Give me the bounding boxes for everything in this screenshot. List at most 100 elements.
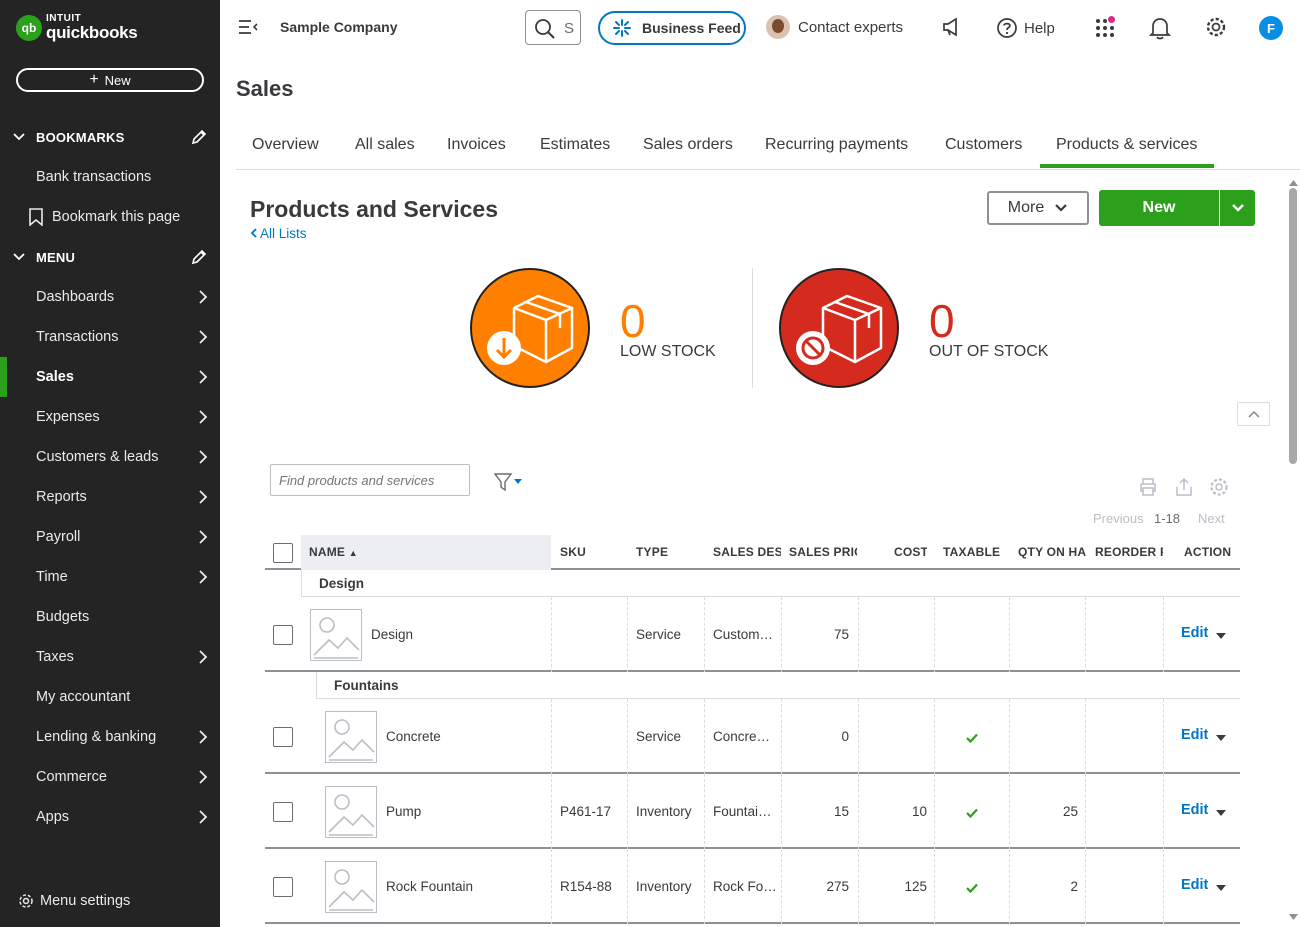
sidebar-item-payroll[interactable]: Payroll xyxy=(0,517,220,557)
more-button[interactable]: More xyxy=(987,191,1089,225)
help-label: Help xyxy=(1024,19,1055,37)
header-reorder-point[interactable]: REORDER POINT xyxy=(1095,545,1163,559)
menu-section-header[interactable]: MENU xyxy=(0,237,220,277)
table-row[interactable]: Concrete Service Concre… 0 Edit xyxy=(265,699,1240,774)
collapse-menu-icon[interactable] xyxy=(238,19,258,35)
collapse-stock-button[interactable] xyxy=(1237,402,1270,426)
sidebar-new-button[interactable]: + New xyxy=(16,68,204,92)
header-cost[interactable]: COST xyxy=(894,545,927,559)
contact-experts-button[interactable]: Contact experts xyxy=(766,15,903,39)
pager-next[interactable]: Next xyxy=(1198,511,1225,526)
bell-icon[interactable] xyxy=(1149,16,1171,40)
table-row[interactable]: Design Service Custom… 75 Edit xyxy=(265,597,1240,672)
scroll-up-arrow-icon[interactable] xyxy=(1289,180,1298,186)
pencil-icon[interactable] xyxy=(190,248,208,266)
table-row[interactable]: Pump P461-17 Inventory Fountai… 15 10 25 Edit xyxy=(265,774,1240,849)
find-products-input[interactable] xyxy=(270,464,470,496)
header-sku[interactable]: SKU xyxy=(560,545,620,559)
header-name[interactable]: NAME ▲ xyxy=(309,545,409,559)
table-settings-gear-icon[interactable] xyxy=(1209,477,1229,497)
search-input[interactable]: S xyxy=(525,10,581,45)
bookmarks-section-header[interactable]: BOOKMARKS xyxy=(0,117,220,157)
tab-recurring-payments[interactable]: Recurring payments xyxy=(765,136,908,154)
column-divider xyxy=(858,849,859,924)
tab-invoices[interactable]: Invoices xyxy=(447,136,506,154)
sidebar-item-transactions[interactable]: Transactions xyxy=(0,317,220,357)
megaphone-icon[interactable] xyxy=(941,16,963,38)
sidebar-item-expenses[interactable]: Expenses xyxy=(0,397,220,437)
group-indent-line xyxy=(316,672,317,699)
scrollbar-thumb[interactable] xyxy=(1289,188,1297,464)
out-of-stock-badge[interactable] xyxy=(779,268,899,388)
select-all-checkbox[interactable] xyxy=(273,543,293,563)
row-checkbox[interactable] xyxy=(273,876,293,897)
tab-overview[interactable]: Overview xyxy=(252,136,319,154)
tab-products-services[interactable]: Products & services xyxy=(1056,136,1197,154)
edit-link[interactable]: Edit xyxy=(1181,877,1208,893)
tab-estimates[interactable]: Estimates xyxy=(540,136,610,154)
sidebar-item-label: Taxes xyxy=(36,649,74,665)
row-action-dropdown-icon[interactable] xyxy=(1216,734,1226,741)
sidebar-item-customers-leads[interactable]: Customers & leads xyxy=(0,437,220,477)
row-checkbox[interactable] xyxy=(273,624,293,645)
row-checkbox[interactable] xyxy=(273,801,293,822)
chevron-right-icon xyxy=(199,410,208,424)
sidebar-item-dashboards[interactable]: Dashboards xyxy=(0,277,220,317)
sidebar-item-my-accountant[interactable]: My accountant xyxy=(0,677,220,717)
all-lists-link[interactable]: All Lists xyxy=(250,226,307,241)
column-divider xyxy=(1009,774,1010,849)
new-item-dropdown-button[interactable] xyxy=(1220,190,1255,226)
item-thumbnail[interactable] xyxy=(325,860,377,913)
edit-link[interactable]: Edit xyxy=(1181,802,1208,818)
row-action-dropdown-icon[interactable] xyxy=(1216,884,1226,891)
top-bar: Sample Company S Business Feed Contact e… xyxy=(220,0,1300,56)
sidebar-item-taxes[interactable]: Taxes xyxy=(0,637,220,677)
edit-link[interactable]: Edit xyxy=(1181,625,1208,641)
header-type[interactable]: TYPE xyxy=(636,545,706,559)
item-thumbnail[interactable] xyxy=(325,785,377,838)
row-action-dropdown-icon[interactable] xyxy=(1216,632,1226,639)
gear-icon[interactable] xyxy=(1205,16,1227,38)
sidebar-item-apps[interactable]: Apps xyxy=(0,797,220,837)
header-taxable[interactable]: TAXABLE xyxy=(943,545,1009,559)
sidebar-item-budgets[interactable]: Budgets xyxy=(0,597,220,637)
quickbooks-logo[interactable]: qb INTUIT quickbooks xyxy=(16,14,138,41)
user-avatar[interactable]: F xyxy=(1259,16,1283,40)
item-thumbnail[interactable] xyxy=(310,608,362,661)
sidebar-item-bookmark-this-page[interactable]: Bookmark this page xyxy=(0,197,220,237)
image-placeholder-icon xyxy=(313,616,360,659)
header-sales-price[interactable]: SALES PRICE xyxy=(789,545,857,559)
row-action-dropdown-icon[interactable] xyxy=(1216,809,1226,816)
sidebar-item-time[interactable]: Time xyxy=(0,557,220,597)
item-cost: 125 xyxy=(904,878,927,894)
edit-link[interactable]: Edit xyxy=(1181,727,1208,743)
chevron-right-icon xyxy=(199,770,208,784)
print-icon[interactable] xyxy=(1138,477,1158,497)
header-sales-desc[interactable]: SALES DESC xyxy=(713,545,781,559)
sidebar-item-sales[interactable]: Sales xyxy=(0,357,220,397)
export-icon[interactable] xyxy=(1174,477,1194,497)
low-stock-badge[interactable] xyxy=(470,268,590,388)
column-divider xyxy=(1009,699,1010,774)
header-qty-on-hand[interactable]: QTY ON HAND xyxy=(1018,545,1086,559)
table-row[interactable]: Rock Fountain R154-88 Inventory Rock Fo… 275… xyxy=(265,849,1240,924)
scroll-down-arrow-icon[interactable] xyxy=(1289,914,1298,920)
tab-customers[interactable]: Customers xyxy=(945,136,1022,154)
item-thumbnail[interactable] xyxy=(325,710,377,763)
business-feed-button[interactable]: Business Feed xyxy=(598,11,746,45)
sidebar-item-commerce[interactable]: Commerce xyxy=(0,757,220,797)
pager-previous[interactable]: Previous xyxy=(1093,511,1144,526)
menu-settings-button[interactable]: Menu settings xyxy=(18,893,130,909)
new-item-button[interactable]: New xyxy=(1099,190,1219,226)
help-button[interactable]: Help xyxy=(996,17,1055,39)
row-checkbox[interactable] xyxy=(273,726,293,747)
tab-all-sales[interactable]: All sales xyxy=(355,136,415,154)
sidebar-item-reports[interactable]: Reports xyxy=(0,477,220,517)
filter-icon[interactable] xyxy=(494,472,524,492)
sidebar-item-lending-banking[interactable]: Lending & banking xyxy=(0,717,220,757)
pencil-icon[interactable] xyxy=(190,128,208,146)
sidebar-item-bank-transactions[interactable]: Bank transactions xyxy=(0,157,220,197)
sidebar-item-label: Dashboards xyxy=(36,289,115,305)
tab-sales-orders[interactable]: Sales orders xyxy=(643,136,733,154)
company-name[interactable]: Sample Company xyxy=(280,19,397,35)
